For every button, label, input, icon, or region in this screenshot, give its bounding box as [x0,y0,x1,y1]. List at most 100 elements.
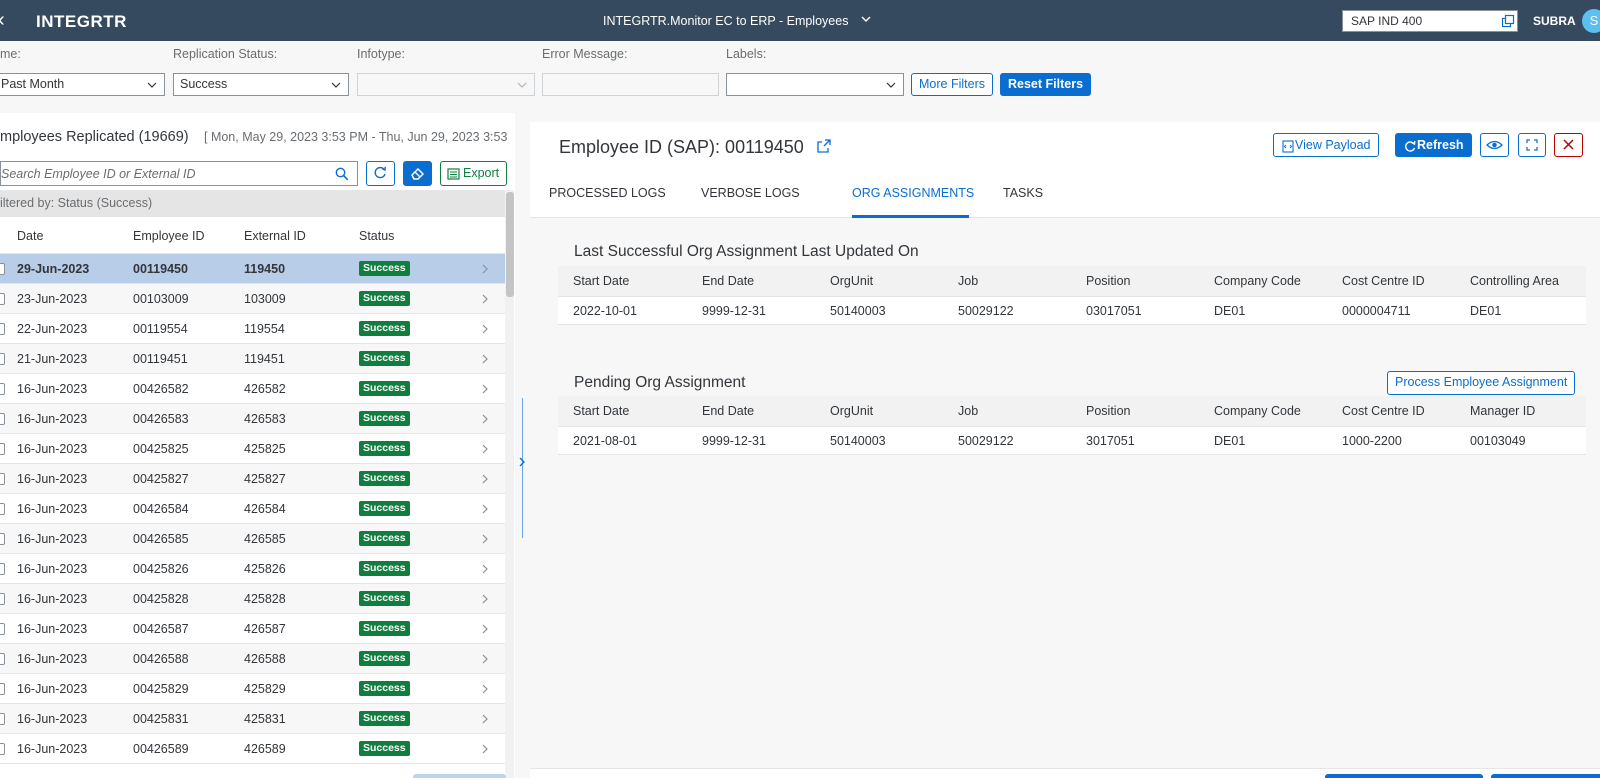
app-logo[interactable]: INTEGRTR [36,12,127,32]
row-checkbox[interactable] [0,473,5,485]
tab-org-assignments[interactable]: ORG ASSIGNMENTS [852,186,974,200]
column-date[interactable]: Date [17,229,43,243]
column-external-id[interactable]: External ID [244,229,306,243]
row-checkbox[interactable] [0,383,5,395]
reset-filters-button[interactable]: Reset Filters [1000,73,1092,96]
row-checkbox[interactable] [0,503,5,515]
chevron-down-icon[interactable] [859,12,873,26]
row-external-id: 119554 [244,322,285,336]
table-row[interactable]: 29-Jun-2023 00119450 119450 Success [0,254,505,284]
labels-filter-select[interactable] [726,73,904,96]
row-checkbox[interactable] [0,443,5,455]
table-row[interactable]: 16-Jun-2023 00425827 425827 Success [0,464,505,494]
chevron-right-icon[interactable] [481,653,489,665]
row-checkbox[interactable] [0,683,5,695]
chevron-right-icon[interactable] [481,413,489,425]
user-name[interactable]: SUBRA [1533,14,1576,28]
clear-filter-button[interactable] [403,161,432,186]
external-link-icon[interactable] [816,138,832,154]
col-end-date: End Date [702,274,755,288]
footer-action-button[interactable] [1325,774,1483,778]
chevron-right-icon[interactable] [481,293,489,305]
chevron-right-icon[interactable] [481,713,489,725]
chevron-right-icon[interactable] [481,503,489,515]
refresh-list-button[interactable] [366,161,395,186]
table-row[interactable]: 16-Jun-2023 00425826 425826 Success [0,554,505,584]
table-row[interactable]: 16-Jun-2023 00426585 426585 Success [0,524,505,554]
value-help-icon[interactable] [1501,14,1515,28]
footer-action-button[interactable] [1491,774,1600,778]
table-row[interactable]: 16-Jun-2023 00426588 426588 Success [0,644,505,674]
tab-tasks[interactable]: TASKS [1003,186,1043,200]
status-filter-select[interactable]: Success [173,73,349,96]
view-payload-button[interactable]: View Payload [1273,133,1379,157]
view-toggle-button[interactable] [1480,133,1509,157]
error-filter-input[interactable] [542,73,719,96]
row-checkbox[interactable] [0,563,5,575]
row-checkbox[interactable] [0,323,5,335]
close-button[interactable] [1554,133,1583,157]
back-button[interactable]: ‹ [0,10,5,30]
chevron-right-icon[interactable] [481,683,489,695]
chevron-right-icon[interactable] [481,593,489,605]
table-row[interactable]: 16-Jun-2023 00426589 426589 Success [0,734,505,764]
table-row[interactable]: 23-Jun-2023 00103009 103009 Success [0,284,505,314]
more-filters-button[interactable]: More Filters [911,73,993,96]
export-button[interactable]: Export [440,161,507,186]
chevron-right-icon[interactable] [481,533,489,545]
row-checkbox[interactable] [0,653,5,665]
avatar[interactable]: S [1582,9,1600,33]
process-assignment-button[interactable]: Process Employee Assignment [1387,371,1576,395]
eye-icon [1486,140,1503,150]
app-title[interactable]: INTEGRTR.Monitor EC to ERP - Employees [603,14,848,28]
refresh-button[interactable]: Refresh [1395,133,1472,157]
table-row[interactable]: 16-Jun-2023 00425831 425831 Success [0,704,505,734]
row-checkbox[interactable] [0,263,5,275]
table-row[interactable]: 16-Jun-2023 00425829 425829 Success [0,674,505,704]
table-row[interactable]: 16-Jun-2023 00425825 425825 Success [0,434,505,464]
table-row[interactable]: 16-Jun-2023 00426587 426587 Success [0,614,505,644]
row-checkbox[interactable] [0,413,5,425]
row-checkbox[interactable] [0,743,5,755]
panel-splitter[interactable] [515,113,530,778]
chevron-right-icon[interactable] [481,473,489,485]
chevron-right-icon[interactable] [518,456,526,468]
time-filter-select[interactable]: Past Month [0,73,165,96]
chevron-right-icon[interactable] [481,623,489,635]
chevron-right-icon[interactable] [481,743,489,755]
row-checkbox[interactable] [0,713,5,725]
table-row[interactable]: 16-Jun-2023 00426583 426583 Success [0,404,505,434]
row-checkbox[interactable] [0,623,5,635]
column-employee-id[interactable]: Employee ID [133,229,205,243]
row-checkbox[interactable] [0,353,5,365]
fullscreen-button[interactable] [1518,133,1546,157]
row-checkbox[interactable] [0,593,5,605]
search-input[interactable]: Search Employee ID or External ID [0,161,358,186]
chevron-right-icon[interactable] [481,443,489,455]
row-checkbox[interactable] [0,293,5,305]
search-icon[interactable] [335,167,349,181]
detail-footer [530,768,1600,778]
table-row[interactable]: 22-Jun-2023 00119554 119554 Success [0,314,505,344]
tab-processed-logs[interactable]: PROCESSED LOGS [549,186,666,200]
row-external-id: 426589 [244,742,286,756]
table-row[interactable]: 16-Jun-2023 00426584 426584 Success [0,494,505,524]
chevron-right-icon[interactable] [481,323,489,335]
scrollbar-thumb[interactable] [506,192,514,297]
table-row[interactable]: 21-Jun-2023 00119451 119451 Success [0,344,505,374]
list-scrollbar[interactable] [505,190,514,778]
table-row[interactable]: 16-Jun-2023 00425828 425828 Success [0,584,505,614]
column-status[interactable]: Status [359,229,394,243]
table-row[interactable]: 16-Jun-2023 00426582 426582 Success [0,374,505,404]
col-cost-centre: Cost Centre ID [1342,404,1425,418]
status-badge: Success [359,621,410,636]
row-checkbox[interactable] [0,533,5,545]
infotype-filter-select[interactable] [357,73,535,96]
list-footer-button[interactable] [413,774,506,778]
tab-verbose-logs[interactable]: VERBOSE LOGS [701,186,800,200]
chevron-right-icon[interactable] [481,353,489,365]
system-selector[interactable]: SAP IND 400 [1342,10,1518,32]
chevron-right-icon[interactable] [481,383,489,395]
chevron-right-icon[interactable] [481,563,489,575]
chevron-right-icon[interactable] [481,263,489,275]
